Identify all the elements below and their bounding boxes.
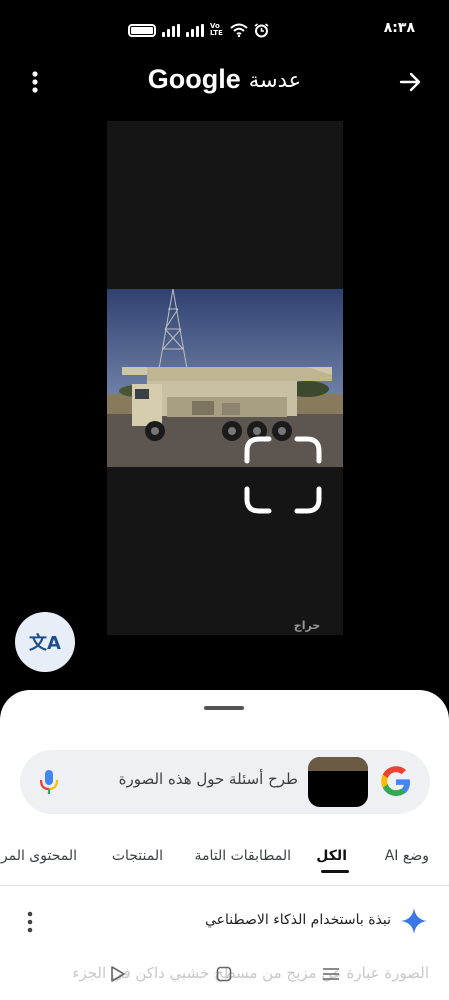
status-time: ٨:٣٨: [383, 20, 415, 36]
alarm-icon: [254, 22, 269, 37]
tab-products[interactable]: المنتجات: [112, 848, 163, 864]
active-tab-indicator: [321, 870, 349, 873]
ai-sparkle-icon: [401, 908, 427, 934]
more-vertical-icon[interactable]: [20, 910, 40, 934]
arrow-forward-icon: [399, 72, 421, 92]
page-title: Google عدسة: [0, 64, 449, 95]
nav-back-button[interactable]: [103, 962, 133, 986]
translate-button[interactable]: 文A: [15, 612, 75, 672]
title-app: عدسة: [248, 67, 302, 92]
tab-all[interactable]: الكل: [316, 848, 347, 864]
search-bar[interactable]: طرح أسئلة حول هذه الصورة: [20, 750, 430, 814]
mic-icon[interactable]: [36, 768, 62, 796]
volte-icon: Vo LTE: [210, 22, 223, 37]
status-bar: Vo LTE ٨:٣٨: [0, 0, 449, 60]
ai-overview-header: نبذة باستخدام الذكاء الاصطناعي: [0, 902, 449, 942]
nav-back-icon: [111, 966, 125, 982]
nav-home-button[interactable]: [209, 962, 239, 986]
nav-home-icon: [216, 966, 232, 982]
result-tabs: وضع AI الكل المطابقات التامة المنتجات ال…: [0, 836, 449, 886]
system-nav-bar: [0, 962, 449, 1000]
signal-icon: [162, 23, 180, 37]
selection-box[interactable]: [244, 436, 322, 514]
forward-button[interactable]: [393, 64, 429, 100]
selection-corners-icon: [244, 436, 322, 514]
status-icons: Vo LTE: [128, 22, 269, 38]
nav-recents-button[interactable]: [316, 962, 346, 986]
nav-recents-icon: [323, 968, 339, 980]
wifi-icon: [230, 23, 248, 37]
image-watermark: حراج: [293, 619, 321, 632]
signal-icon: [186, 23, 204, 37]
results-sheet: طرح أسئلة حول هذه الصورة وضع AI الكل الم…: [0, 690, 449, 1000]
ai-overview-title: نبذة باستخدام الذكاء الاصطناعي: [205, 912, 391, 928]
battery-icon: [128, 23, 156, 37]
title-brand: Google: [147, 64, 241, 94]
translate-icon: 文A: [29, 633, 61, 654]
image-thumbnail[interactable]: [308, 757, 368, 807]
google-g-icon: [381, 766, 410, 796]
search-input[interactable]: طرح أسئلة حول هذه الصورة: [119, 770, 298, 788]
tab-exact-matches[interactable]: المطابقات التامة: [194, 848, 291, 864]
tab-ai-mode[interactable]: وضع AI: [385, 848, 429, 864]
header: Google عدسة: [0, 60, 449, 106]
drag-handle[interactable]: [204, 706, 244, 710]
tab-content[interactable]: المحتوى المر: [1, 848, 77, 864]
